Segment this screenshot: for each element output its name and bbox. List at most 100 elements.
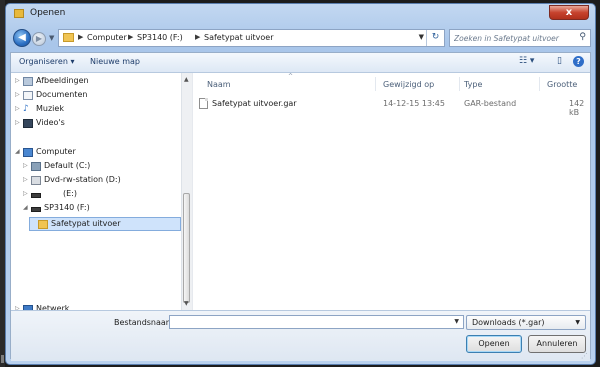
sidebar-item-safetypat-uitvoer[interactable]: Safetypat uitvoer xyxy=(29,217,181,231)
command-bar: Organiseren ▾ Nieuwe map ☷ ▾ ▯ ? xyxy=(11,53,590,73)
pictures-icon xyxy=(23,77,33,86)
file-type-filter-value: Downloads (*.gar) xyxy=(472,318,545,327)
sidebar-item-sp3140-f[interactable]: ◢ SP3140 (F:) xyxy=(23,203,175,215)
taskbar-block xyxy=(1,355,4,363)
file-row[interactable]: Safetypat uitvoer.gar 14-12-15 13:45 GAR… xyxy=(199,97,584,117)
sidebar-item-dvd-d[interactable]: ▷ Dvd-rw-station (D:) xyxy=(23,175,175,187)
sidebar-item-muziek[interactable]: ▷ ♪ Muziek xyxy=(15,104,175,116)
file-type-filter[interactable]: Downloads (*.gar) ▼ xyxy=(466,315,586,330)
documents-icon xyxy=(23,91,33,100)
preview-pane-icon[interactable]: ▯ xyxy=(557,56,562,66)
open-button[interactable]: Openen xyxy=(466,335,522,353)
column-header-type[interactable]: Type xyxy=(464,80,482,89)
scroll-down-icon[interactable]: ▼ xyxy=(184,300,189,307)
column-header-size[interactable]: Grootte xyxy=(547,80,577,89)
dialog-footer: Bestandsnaam: ▼ Downloads (*.gar) ▼ Open… xyxy=(11,310,590,361)
close-button[interactable]: x xyxy=(549,5,589,20)
search-box[interactable]: ⚲ xyxy=(449,29,591,47)
breadcrumb-folder[interactable]: Safetypat uitvoer xyxy=(204,33,274,42)
column-header-modified[interactable]: Gewijzigd op xyxy=(383,80,434,89)
sidebar-item-label: Muziek xyxy=(36,104,64,113)
sidebar-item-label: Default (C:) xyxy=(44,161,91,170)
file-size: 142 kB xyxy=(569,99,585,117)
filename-field[interactable] xyxy=(172,317,442,327)
dialog-icon xyxy=(14,9,24,18)
file-type: GAR-bestand xyxy=(464,99,517,108)
computer-icon xyxy=(23,148,33,157)
filename-label: Bestandsnaam: xyxy=(114,318,177,327)
usb-drive-icon xyxy=(31,207,41,212)
refresh-button[interactable]: ↻ xyxy=(426,30,444,46)
sidebar-item-documenten[interactable]: ▷ Documenten xyxy=(15,90,175,102)
navigation-pane: ▷ Afbeeldingen ▷ Documenten ▷ ♪ Muziek ▷… xyxy=(11,73,181,314)
view-options-icon[interactable]: ☷ ▾ xyxy=(519,56,534,66)
sidebar-item-label: SP3140 (F:) xyxy=(44,203,90,212)
forward-button[interactable]: ▶ xyxy=(32,32,46,46)
navigation-scrollbar[interactable]: ▲ ▼ xyxy=(181,73,192,310)
sidebar-item-label: (E:) xyxy=(63,189,77,198)
dialog-body: Organiseren ▾ Nieuwe map ☷ ▾ ▯ ? ▷ Afbee… xyxy=(10,52,591,361)
folder-icon xyxy=(63,33,74,42)
scroll-up-icon[interactable]: ▲ xyxy=(184,76,189,83)
open-file-dialog: Openen x ◀ ▶ ▼ ▶ Computer ▶ SP3140 (F:) … xyxy=(5,3,596,365)
sidebar-item-label: Video's xyxy=(36,118,65,127)
navigation-bar: ◀ ▶ ▼ ▶ Computer ▶ SP3140 (F:) ▶ Safetyp… xyxy=(6,26,595,50)
folder-icon xyxy=(38,220,48,229)
expand-arrow-icon[interactable]: ▷ xyxy=(15,77,20,84)
expand-arrow-icon[interactable]: ▷ xyxy=(15,119,20,126)
collapse-arrow-icon[interactable]: ◢ xyxy=(15,148,20,155)
address-dropdown-icon[interactable]: ▼ xyxy=(419,33,424,41)
dvd-drive-icon xyxy=(31,176,41,185)
sidebar-item-label: Computer xyxy=(36,147,76,156)
pane-splitter[interactable] xyxy=(192,73,193,310)
expand-arrow-icon[interactable]: ▷ xyxy=(23,190,28,197)
sidebar-item-drive-e[interactable]: ▷ (E:) xyxy=(23,189,175,201)
column-header-name[interactable]: Naam xyxy=(207,80,231,89)
column-headers: ^ Naam Gewijzigd op Type Grootte xyxy=(195,73,585,93)
column-divider[interactable] xyxy=(375,77,376,91)
drive-c-icon xyxy=(31,162,41,171)
expand-arrow-icon[interactable]: ▷ xyxy=(23,162,28,169)
music-icon: ♪ xyxy=(23,104,29,114)
search-input[interactable] xyxy=(454,32,572,44)
organize-button[interactable]: Organiseren ▾ xyxy=(19,57,74,66)
breadcrumb-drive[interactable]: SP3140 (F:) xyxy=(137,33,183,42)
sidebar-item-videos[interactable]: ▷ Video's xyxy=(15,118,175,130)
expand-arrow-icon[interactable]: ▷ xyxy=(15,105,20,112)
search-icon[interactable]: ⚲ xyxy=(579,32,586,42)
window-title: Openen xyxy=(30,8,66,18)
breadcrumb-separator-icon[interactable]: ▶ xyxy=(78,33,83,41)
file-modified: 14-12-15 13:45 xyxy=(383,99,445,108)
new-folder-button[interactable]: Nieuwe map xyxy=(90,57,140,66)
title-bar: Openen x xyxy=(6,4,595,24)
file-name[interactable]: Safetypat uitvoer.gar xyxy=(212,99,297,108)
sidebar-item-label: Documenten xyxy=(36,90,88,99)
help-icon[interactable]: ? xyxy=(573,56,584,67)
sidebar-item-default-c[interactable]: ▷ Default (C:) xyxy=(23,161,175,173)
breadcrumb-computer[interactable]: Computer xyxy=(87,33,127,42)
sidebar-item-label: Dvd-rw-station (D:) xyxy=(44,175,121,184)
filter-dropdown-icon[interactable]: ▼ xyxy=(575,319,580,326)
collapse-arrow-icon[interactable]: ◢ xyxy=(23,204,28,211)
sort-indicator-icon: ^ xyxy=(288,73,294,80)
filename-dropdown-icon[interactable]: ▼ xyxy=(454,318,459,325)
address-bar[interactable]: ▶ Computer ▶ SP3140 (F:) ▶ Safetypat uit… xyxy=(58,29,445,47)
scrollbar-thumb[interactable] xyxy=(183,193,190,303)
breadcrumb-separator-icon[interactable]: ▶ xyxy=(195,33,200,41)
history-dropdown-icon[interactable]: ▼ xyxy=(49,34,54,42)
videos-icon xyxy=(23,119,33,128)
resize-grip-icon[interactable]: ⋰ xyxy=(581,352,588,360)
sidebar-item-computer[interactable]: ◢ Computer xyxy=(15,147,175,159)
column-divider[interactable] xyxy=(459,77,460,91)
drive-icon xyxy=(31,193,41,198)
sidebar-item-afbeeldingen[interactable]: ▷ Afbeeldingen xyxy=(15,76,175,88)
expand-arrow-icon[interactable]: ▷ xyxy=(23,176,28,183)
column-divider[interactable] xyxy=(539,77,540,91)
cancel-button[interactable]: Annuleren xyxy=(528,335,586,353)
filename-combobox[interactable]: ▼ xyxy=(169,315,464,329)
back-button[interactable]: ◀ xyxy=(13,29,31,47)
sidebar-item-label: Safetypat uitvoer xyxy=(51,219,121,228)
sidebar-item-label: Afbeeldingen xyxy=(36,76,89,85)
breadcrumb-separator-icon[interactable]: ▶ xyxy=(128,33,133,41)
expand-arrow-icon[interactable]: ▷ xyxy=(15,91,20,98)
